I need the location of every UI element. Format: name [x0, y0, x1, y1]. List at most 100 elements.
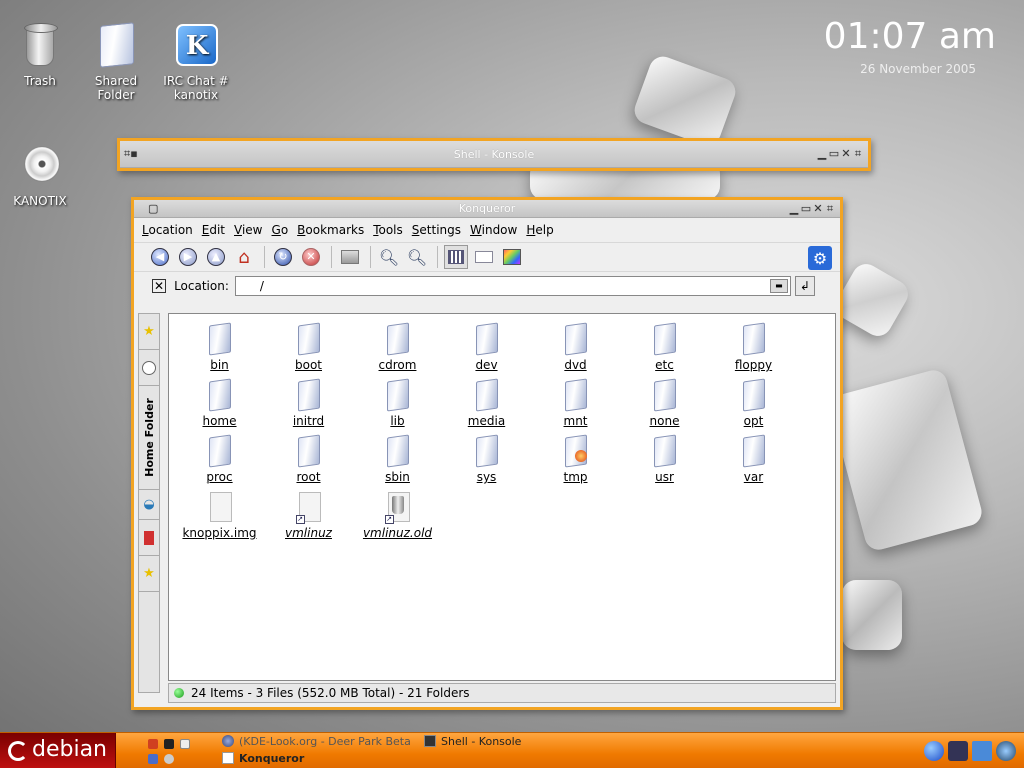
- file-view[interactable]: bin boot cdrom dev dvd etc floppy home initrd lib…: [168, 313, 836, 681]
- folder-icon: [294, 378, 324, 412]
- sidebar-tab-favorites[interactable]: ★: [139, 556, 159, 592]
- lan-tray-icon[interactable]: [972, 741, 992, 761]
- stop-button[interactable]: ✕: [299, 245, 323, 269]
- file-item[interactable]: floppy: [709, 322, 798, 378]
- file-item[interactable]: tmp: [531, 434, 620, 490]
- window-menu-icon[interactable]: ⌗▪: [124, 147, 138, 161]
- konsole-titlebar[interactable]: ⌗▪ Shell - Konsole ▁ ▭ ✕ ⌗: [120, 141, 868, 168]
- desktop-icon-kanotix[interactable]: KANOTIX: [0, 142, 80, 208]
- up-button[interactable]: ▲: [204, 245, 228, 269]
- menu-go[interactable]: Go: [272, 223, 289, 237]
- settings-button[interactable]: ⚙: [808, 246, 832, 270]
- reload-button[interactable]: ↻: [271, 245, 295, 269]
- file-item[interactable]: ↗ vmlinuz: [264, 490, 353, 546]
- menu-location[interactable]: Location: [142, 223, 193, 237]
- go-button[interactable]: ↲: [794, 276, 815, 296]
- browser-launcher-icon[interactable]: [164, 754, 174, 764]
- irc-chat-icon: K: [176, 24, 218, 66]
- file-item[interactable]: initrd: [264, 378, 353, 434]
- image-view-button[interactable]: [500, 245, 524, 269]
- browser-icon: [222, 735, 234, 747]
- print-button[interactable]: [338, 245, 362, 269]
- back-button[interactable]: ◀: [148, 245, 172, 269]
- mail-launcher-icon[interactable]: [180, 739, 190, 749]
- desktop-icon-shared-folder[interactable]: Shared Folder: [76, 22, 156, 102]
- zoom-in-button[interactable]: 🔍︎: [377, 245, 401, 269]
- minimize-icon[interactable]: ▁: [788, 202, 800, 216]
- menu-view[interactable]: View: [234, 223, 262, 237]
- help-launcher-icon[interactable]: [148, 754, 158, 764]
- file-item[interactable]: ↗ vmlinuz.old: [353, 490, 442, 546]
- maximize-icon[interactable]: ▭: [828, 147, 840, 161]
- file-item[interactable]: lib: [353, 378, 442, 434]
- file-item[interactable]: root: [264, 434, 353, 490]
- close-icon[interactable]: ✕: [840, 147, 852, 161]
- minimize-icon[interactable]: ▁: [816, 147, 828, 161]
- file-item[interactable]: cdrom: [353, 322, 442, 378]
- debian-swirl-icon: [8, 741, 28, 761]
- location-input[interactable]: / ▬: [234, 276, 791, 296]
- file-name: etc: [655, 358, 674, 372]
- image-view-icon: [503, 249, 521, 265]
- klipper-tray-icon[interactable]: [948, 741, 968, 761]
- file-item[interactable]: knoppix.img: [175, 490, 264, 546]
- menu-settings[interactable]: Settings: [412, 223, 461, 237]
- list-view-button[interactable]: [472, 245, 496, 269]
- forward-button[interactable]: ▶: [176, 245, 200, 269]
- desktop-icon-irc-chat[interactable]: K IRC Chat # kanotix: [156, 22, 236, 102]
- file-item[interactable]: var: [709, 434, 798, 490]
- file-item[interactable]: media: [442, 378, 531, 434]
- file-item[interactable]: opt: [709, 378, 798, 434]
- file-item[interactable]: dev: [442, 322, 531, 378]
- konsole-launcher-icon[interactable]: [164, 739, 174, 749]
- icon-view-button[interactable]: [444, 245, 468, 269]
- menu-help[interactable]: Help: [526, 223, 553, 237]
- start-menu-button[interactable]: debian: [0, 733, 116, 768]
- network-tray-icon[interactable]: [924, 741, 944, 761]
- menu-bookmarks[interactable]: Bookmarks: [297, 223, 364, 237]
- cdrom-icon: [24, 146, 60, 182]
- file-item[interactable]: none: [620, 378, 709, 434]
- file-item[interactable]: home: [175, 378, 264, 434]
- sidebar-tab-services[interactable]: [139, 520, 159, 556]
- file-icon: ↗: [383, 490, 413, 524]
- menu-window[interactable]: Window: [470, 223, 517, 237]
- window-menu-icon[interactable]: ⌗: [852, 147, 864, 161]
- file-item[interactable]: boot: [264, 322, 353, 378]
- app-icon[interactable]: ▢: [148, 202, 158, 216]
- file-item[interactable]: mnt: [531, 378, 620, 434]
- file-item[interactable]: sbin: [353, 434, 442, 490]
- task-konsole[interactable]: Shell - Konsole: [424, 734, 521, 750]
- sidebar-tab-network[interactable]: ◒: [139, 490, 159, 520]
- file-item[interactable]: sys: [442, 434, 531, 490]
- maximize-icon[interactable]: ▭: [800, 202, 812, 216]
- sidebar-tab-home-folder[interactable]: Home Folder: [139, 386, 159, 490]
- menu-edit[interactable]: Edit: [202, 223, 225, 237]
- task-konqueror[interactable]: Konqueror: [222, 751, 304, 767]
- file-item[interactable]: dvd: [531, 322, 620, 378]
- home-launcher-icon[interactable]: [148, 739, 158, 749]
- home-button[interactable]: ⌂: [232, 245, 256, 269]
- window-controls: ▁ ▭ ✕ ⌗: [788, 202, 836, 216]
- folder-icon: [650, 378, 680, 412]
- clear-location-icon[interactable]: ✕: [152, 279, 167, 293]
- power-tray-icon[interactable]: [996, 741, 1016, 761]
- window-menu-icon[interactable]: ⌗: [824, 202, 836, 216]
- task-kde-look[interactable]: (KDE-Look.org - Deer Park Beta: [222, 734, 411, 750]
- close-icon[interactable]: ✕: [812, 202, 824, 216]
- taskbar: debian (KDE-Look.org - Deer Park Beta Sh…: [0, 732, 1024, 768]
- file-item[interactable]: usr: [620, 434, 709, 490]
- sidebar-tab-history[interactable]: [139, 350, 159, 386]
- desktop-icon-trash[interactable]: Trash: [0, 22, 80, 88]
- konqueror-window[interactable]: ▢ Konqueror ▁ ▭ ✕ ⌗ Location Edit View Go B…: [131, 197, 843, 710]
- file-item[interactable]: etc: [620, 322, 709, 378]
- history-dropdown-icon[interactable]: ▬: [769, 279, 788, 293]
- zoom-out-button[interactable]: 🔍︎: [405, 245, 429, 269]
- konsole-window[interactable]: ⌗▪ Shell - Konsole ▁ ▭ ✕ ⌗: [117, 138, 871, 171]
- file-item[interactable]: proc: [175, 434, 264, 490]
- sidebar-tab-bookmarks[interactable]: ★: [139, 314, 159, 350]
- file-item[interactable]: bin: [175, 322, 264, 378]
- main-toolbar: ◀ ▶ ▲ ⌂ ↻ ✕ 🔍︎ 🔍︎ ⚙: [134, 242, 840, 272]
- konqueror-titlebar[interactable]: ▢ Konqueror ▁ ▭ ✕ ⌗: [134, 200, 840, 218]
- menu-tools[interactable]: Tools: [373, 223, 403, 237]
